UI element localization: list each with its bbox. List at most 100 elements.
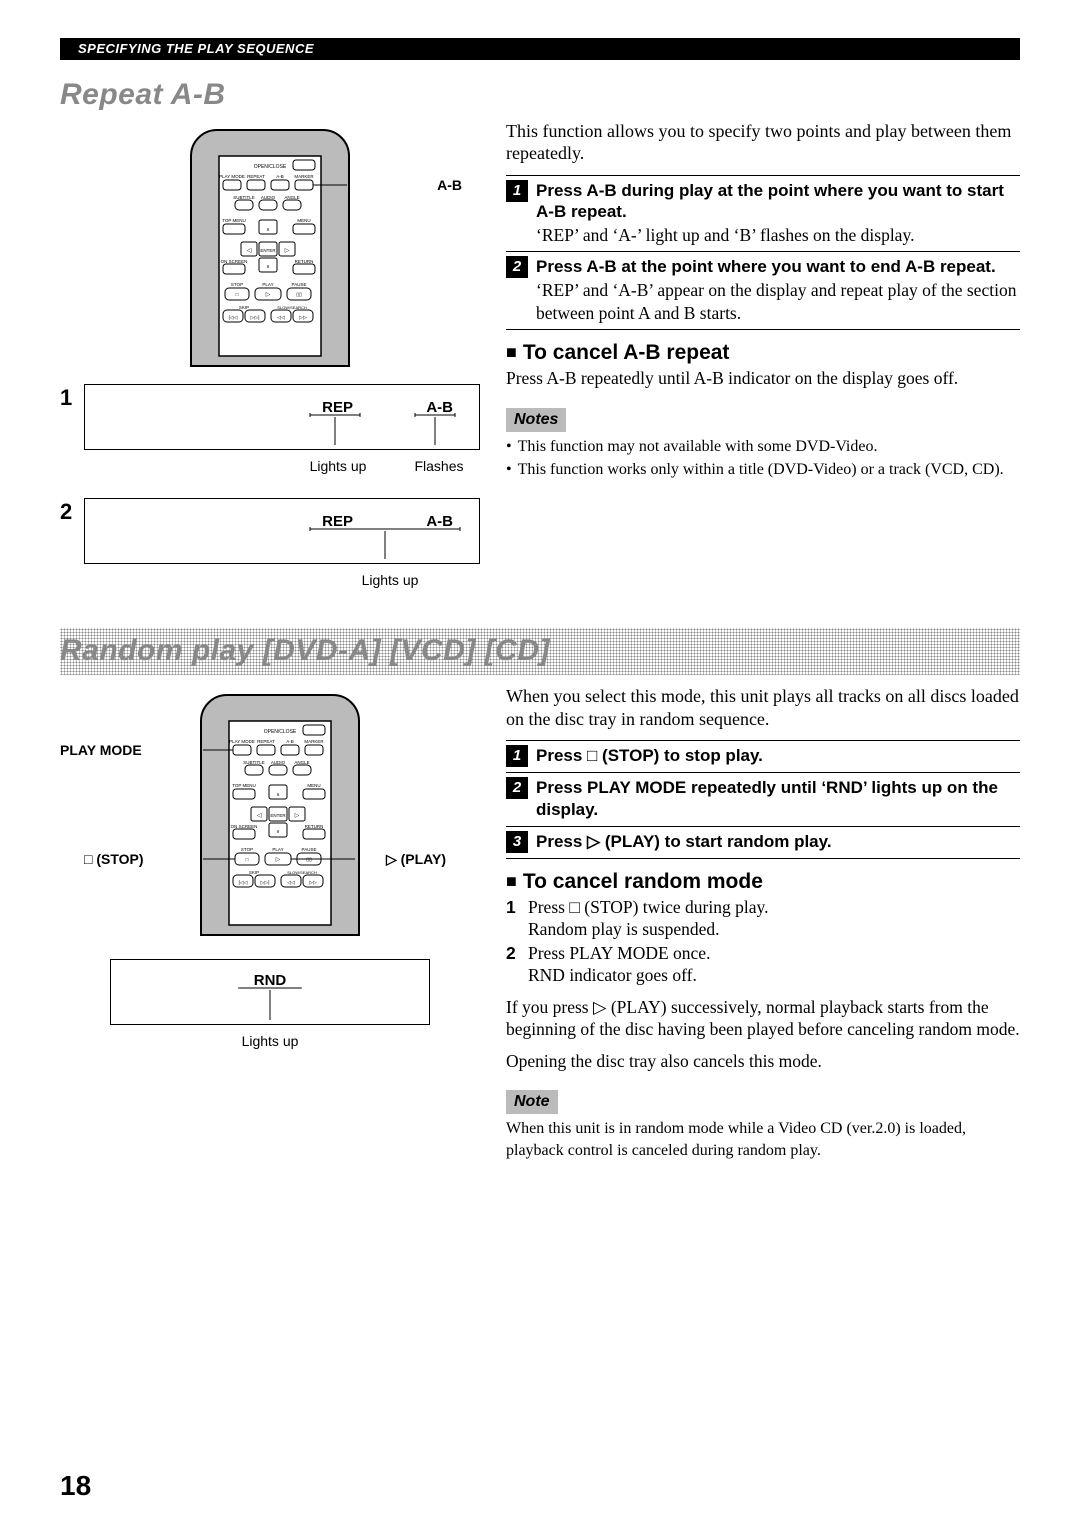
svg-text:SUBTITLE: SUBTITLE [233,195,255,200]
svg-text:◁: ◁ [257,813,262,819]
svg-text:◁: ◁ [247,248,252,254]
remote-icon: OPEN/CLOSE PLAY MODE REPEAT A-B MARKER S… [185,124,355,374]
svg-text:SLOW/SEARCH: SLOW/SEARCH [287,870,317,875]
s1-step1-bold: Press A-B during play at the point where… [536,180,1020,223]
svg-text:RETURN: RETURN [305,824,324,829]
svg-text:ON SCREEN: ON SCREEN [221,259,248,264]
callout-playmode: PLAY MODE [60,742,142,760]
svg-text:ANGLE: ANGLE [284,195,299,200]
callout-ab: A-B [437,177,462,195]
svg-text:∨: ∨ [266,264,270,270]
svg-text:∧: ∧ [276,792,280,798]
notes-label: Notes [506,408,566,432]
svg-text:∨: ∨ [276,829,280,835]
svg-text:PAUSE: PAUSE [302,847,317,852]
svg-text:SKIP: SKIP [249,870,259,875]
step-num-1: 1 [506,180,528,202]
svg-text:PLAY: PLAY [262,282,273,287]
section-2-body: OPEN/CLOSE PLAY MODE REPEAT A-B MARKER S… [60,685,1020,1162]
page-number: 18 [60,1468,91,1503]
svg-text:|◁◁: |◁◁ [239,880,248,886]
svg-text:A-B: A-B [286,739,294,744]
s2-tray-text: Opening the disc tray also cancels this … [506,1051,1020,1073]
svg-text:▷▷|: ▷▷| [261,880,270,886]
display-num-2: 2 [60,498,72,526]
svg-text:◁◁: ◁◁ [287,880,295,886]
s1-step2-bold: Press A-B at the point where you want to… [536,256,1020,277]
s1-step-1: 1 Press A-B during play at the point whe… [506,175,1020,247]
svg-text:OPEN/CLOSE: OPEN/CLOSE [264,729,297,735]
s1-step-2: 2 Press A-B at the point where you want … [506,251,1020,325]
display-panel-rnd: RND [110,959,430,1025]
svg-text:▯▯: ▯▯ [306,857,312,863]
svg-text:▷▷: ▷▷ [299,315,307,321]
s1-step2-plain: ‘REP’ and ‘A-B’ appear on the display an… [536,279,1020,325]
svg-text:ANGLE: ANGLE [294,760,309,765]
svg-text:STOP: STOP [231,282,243,287]
step-num-2: 2 [506,256,528,278]
svg-text:OPEN/CLOSE: OPEN/CLOSE [254,164,287,170]
svg-text:◁◁: ◁◁ [277,315,285,321]
remote-icon-2: OPEN/CLOSE PLAY MODE REPEAT A-B MARKER S… [195,689,365,943]
svg-text:A-B: A-B [276,174,284,179]
s2-intro: When you select this mode, this unit pla… [506,685,1020,730]
svg-text:TOP MENU: TOP MENU [222,218,246,223]
svg-text:MARKER: MARKER [304,739,324,744]
s1-notes: •This function may not available with so… [506,436,1020,481]
svg-text:▯▯: ▯▯ [296,292,302,298]
section-title-random: Random play [DVD-A] [VCD] [CD] [60,628,1020,676]
s1-cancel-heading: ■To cancel A-B repeat [506,340,1020,366]
svg-text:▷: ▷ [295,813,300,819]
section-header: SPECIFYING THE PLAY SEQUENCE [60,38,1020,60]
s2-step-3: 3 Press ▷ (PLAY) to start random play. [506,826,1020,854]
svg-text:MARKER: MARKER [294,174,314,179]
svg-text:▷▷|: ▷▷| [251,315,260,321]
s1-step1-plain: ‘REP’ and ‘A-’ light up and ‘B’ flashes … [536,224,1020,247]
callout-stop: □ (STOP) [84,851,144,869]
s2-after-text: If you press ▷ (PLAY) successively, norm… [506,997,1020,1041]
svg-text:AUDIO: AUDIO [261,195,276,200]
svg-text:SKIP: SKIP [239,305,249,310]
svg-text:SUBTITLE: SUBTITLE [243,760,265,765]
s2-note-text: When this unit is in random mode while a… [506,1118,1020,1161]
s2-cancel-heading: ■To cancel random mode [506,869,1020,895]
svg-text:▷: ▷ [285,248,290,254]
svg-text:REPEAT: REPEAT [247,174,265,179]
s2-step-2: 2 Press PLAY MODE repeatedly until ‘RND’… [506,772,1020,822]
svg-text:ON SCREEN: ON SCREEN [231,824,258,829]
svg-text:MENU: MENU [307,783,320,788]
svg-text:□: □ [245,857,248,863]
disp2-lights: Lights up [350,572,430,590]
svg-text:▷: ▷ [276,857,281,863]
svg-text:|◁◁: |◁◁ [229,315,238,321]
s2-step-1: 1 Press □ (STOP) to stop play. [506,740,1020,768]
svg-text:□: □ [235,292,238,298]
svg-text:PLAY MODE: PLAY MODE [219,174,245,179]
svg-text:PLAY MODE: PLAY MODE [229,739,255,744]
s2-step1-bold: Press □ (STOP) to stop play. [536,745,1020,766]
note-label: Note [506,1090,558,1114]
svg-text:MENU: MENU [297,218,310,223]
svg-text:▷: ▷ [266,292,271,298]
section-title-repeat: Repeat A-B [60,76,1020,114]
svg-text:SLOW/SEARCH: SLOW/SEARCH [277,305,307,310]
s1-cancel-text: Press A-B repeatedly until A-B indicator… [506,368,1020,390]
s2-step3-bold: Press ▷ (PLAY) to start random play. [536,831,1020,852]
svg-text:▷▷: ▷▷ [309,880,317,886]
s2-step2-bold: Press PLAY MODE repeatedly until ‘RND’ l… [536,777,1020,820]
display-panel-1: REP A-B [84,384,480,450]
display-num-1: 1 [60,384,72,412]
section-1-body: OPEN/CLOSE PLAY MODE REPEAT A-B MARKER S… [60,120,1020,602]
svg-text:REPEAT: REPEAT [257,739,275,744]
svg-text:PLAY: PLAY [272,847,283,852]
svg-text:ENTER: ENTER [270,813,286,818]
disp-rnd-lights: Lights up [60,1033,480,1051]
svg-text:STOP: STOP [241,847,253,852]
svg-text:PAUSE: PAUSE [292,282,307,287]
disp1-lights: Lights up [298,458,378,476]
svg-text:ENTER: ENTER [260,248,276,253]
s2-cancel-list: 1Press □ (STOP) twice during play.Random… [506,897,1020,987]
s1-intro: This function allows you to specify two … [506,120,1020,165]
display-panel-2: REP A-B [84,498,480,564]
section-header-text: SPECIFYING THE PLAY SEQUENCE [78,41,314,57]
